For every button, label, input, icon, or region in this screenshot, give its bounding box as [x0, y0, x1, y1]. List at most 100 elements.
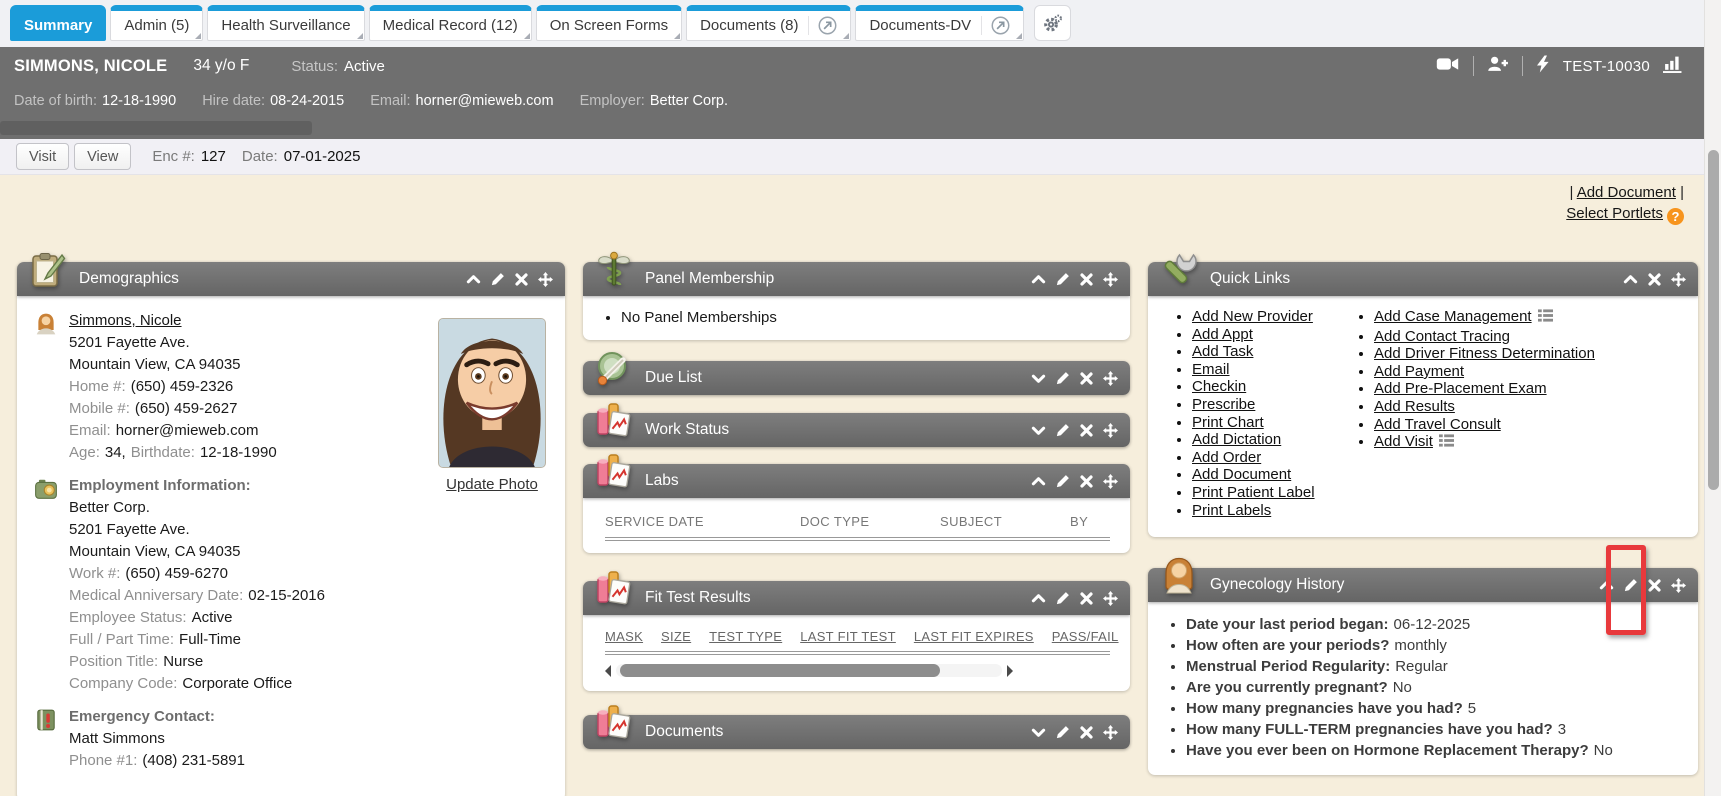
tab[interactable]: Admin (5) — [110, 5, 203, 41]
move-icon[interactable] — [1103, 371, 1118, 386]
close-icon[interactable] — [1079, 272, 1094, 287]
quick-link-item[interactable]: Email — [1192, 361, 1352, 379]
quick-link-item[interactable]: Add Dictation — [1192, 431, 1352, 449]
quick-link-item[interactable]: Add Payment — [1374, 363, 1698, 381]
tab[interactable]: Health Surveillance — [207, 5, 364, 41]
patient-name-link[interactable]: Simmons, Nicole — [69, 312, 182, 329]
patient-age-sex: 34 y/o F — [193, 57, 249, 75]
move-icon[interactable] — [1103, 474, 1118, 489]
tab[interactable]: On Screen Forms — [536, 5, 682, 41]
popout-icon[interactable] — [808, 16, 837, 35]
fit-column-header[interactable]: LAST FIT TEST — [800, 629, 896, 644]
edit-icon[interactable] — [1055, 591, 1070, 606]
caduceus-icon — [593, 249, 635, 291]
close-icon[interactable] — [514, 272, 529, 287]
quick-link-item[interactable]: Add Results — [1374, 398, 1698, 416]
expand-icon[interactable] — [1031, 371, 1046, 386]
select-portlets-link[interactable]: Select Portlets — [1566, 205, 1663, 222]
fit-column-header[interactable]: MASK — [605, 629, 643, 644]
popout-icon[interactable] — [981, 16, 1010, 35]
enc-number-value: 127 — [201, 148, 226, 165]
close-icon[interactable] — [1079, 591, 1094, 606]
horizontal-scrollbar[interactable] — [605, 664, 1013, 677]
gynecology-history-item: Have you ever been on Hormone Replacemen… — [1186, 740, 1684, 761]
menu-grid-icon[interactable] — [1439, 433, 1454, 453]
edit-icon[interactable] — [1055, 725, 1070, 740]
scroll-left-icon[interactable] — [605, 665, 611, 677]
close-icon[interactable] — [1079, 423, 1094, 438]
quick-link-item[interactable]: Add New Provider — [1192, 308, 1352, 326]
quick-link-item[interactable]: Add Document — [1192, 466, 1352, 484]
quick-link-item[interactable]: Add Visit — [1374, 433, 1698, 453]
add-person-icon[interactable] — [1487, 55, 1509, 78]
employment-line: Better Corp. — [69, 497, 431, 519]
scroll-right-icon[interactable] — [1007, 665, 1013, 677]
quick-link-item[interactable]: Print Patient Label — [1192, 484, 1352, 502]
quick-link-item[interactable]: Add Appt — [1192, 326, 1352, 344]
tab[interactable]: Documents (8) — [686, 5, 851, 41]
move-icon[interactable] — [1103, 272, 1118, 287]
visit-button[interactable]: Visit — [16, 143, 69, 170]
collapse-icon[interactable] — [1031, 272, 1046, 287]
close-icon[interactable] — [1647, 578, 1662, 593]
close-icon[interactable] — [1079, 725, 1094, 740]
quick-link: Email — [1192, 361, 1230, 378]
fit-column-header[interactable]: PASS/FAIL — [1052, 629, 1119, 644]
quick-link-item[interactable]: Add Task — [1192, 343, 1352, 361]
scrollbar-track[interactable] — [616, 664, 1002, 677]
expand-icon[interactable] — [1031, 725, 1046, 740]
scrollbar-thumb[interactable] — [620, 664, 940, 677]
move-icon[interactable] — [1103, 725, 1118, 740]
quick-link: Add Payment — [1374, 363, 1464, 380]
collapse-icon[interactable] — [466, 272, 481, 287]
menu-grid-icon[interactable] — [1538, 308, 1553, 328]
tab[interactable]: Summary — [10, 5, 106, 41]
move-icon[interactable] — [1671, 272, 1686, 287]
view-button[interactable]: View — [74, 143, 131, 170]
close-icon[interactable] — [1079, 474, 1094, 489]
collapse-icon[interactable] — [1623, 272, 1638, 287]
annotation-highlight-box — [1606, 545, 1646, 635]
quick-link: Add Contact Tracing — [1374, 328, 1510, 345]
fit-column-header[interactable]: TEST TYPE — [709, 629, 782, 644]
video-camera-icon[interactable] — [1435, 55, 1460, 78]
update-photo-link[interactable]: Update Photo — [446, 476, 538, 493]
tab[interactable]: Documents-DV — [855, 5, 1024, 41]
edit-icon[interactable] — [1055, 423, 1070, 438]
collapse-icon[interactable] — [1031, 474, 1046, 489]
close-icon[interactable] — [1079, 371, 1094, 386]
quick-link-item[interactable]: Add Case Management — [1374, 308, 1698, 328]
edit-icon[interactable] — [1055, 371, 1070, 386]
help-icon[interactable]: ? — [1667, 208, 1684, 225]
quick-link-item[interactable]: Add Pre-Placement Exam — [1374, 380, 1698, 398]
quick-link-item[interactable]: Add Order — [1192, 449, 1352, 467]
quick-link-item[interactable]: Add Travel Consult — [1374, 416, 1698, 434]
edit-icon[interactable] — [490, 272, 505, 287]
quick-link-item[interactable]: Print Labels — [1192, 502, 1352, 520]
add-document-link[interactable]: Add Document — [1577, 184, 1676, 201]
quick-link-item[interactable]: Add Driver Fitness Determination — [1374, 345, 1698, 363]
lightning-icon[interactable] — [1536, 55, 1550, 78]
tab-settings-button[interactable] — [1034, 5, 1071, 41]
quick-link-item[interactable]: Print Chart — [1192, 414, 1352, 432]
bar-chart-icon[interactable] — [1663, 55, 1682, 78]
fit-column-header[interactable]: LAST FIT EXPIRES — [914, 629, 1034, 644]
close-icon[interactable] — [1647, 272, 1662, 287]
quick-link-item[interactable]: Checkin — [1192, 378, 1352, 396]
work-status-header: Work Status — [583, 413, 1130, 447]
quick-link-item[interactable]: Prescribe — [1192, 396, 1352, 414]
move-icon[interactable] — [1103, 423, 1118, 438]
tab[interactable]: Medical Record (12) — [369, 5, 532, 41]
collapse-icon[interactable] — [1031, 591, 1046, 606]
quick-link-item[interactable]: Add Contact Tracing — [1374, 328, 1698, 346]
move-icon[interactable] — [1103, 591, 1118, 606]
edit-icon[interactable] — [1055, 272, 1070, 287]
edit-icon[interactable] — [1055, 474, 1070, 489]
move-icon[interactable] — [1671, 578, 1686, 593]
expand-icon[interactable] — [1031, 423, 1046, 438]
page-scrollbar[interactable] — [1704, 0, 1721, 796]
fit-column-header[interactable]: SIZE — [661, 629, 691, 644]
header-scrollbar[interactable] — [0, 121, 312, 135]
move-icon[interactable] — [538, 272, 553, 287]
page-scrollbar-thumb[interactable] — [1708, 150, 1719, 490]
